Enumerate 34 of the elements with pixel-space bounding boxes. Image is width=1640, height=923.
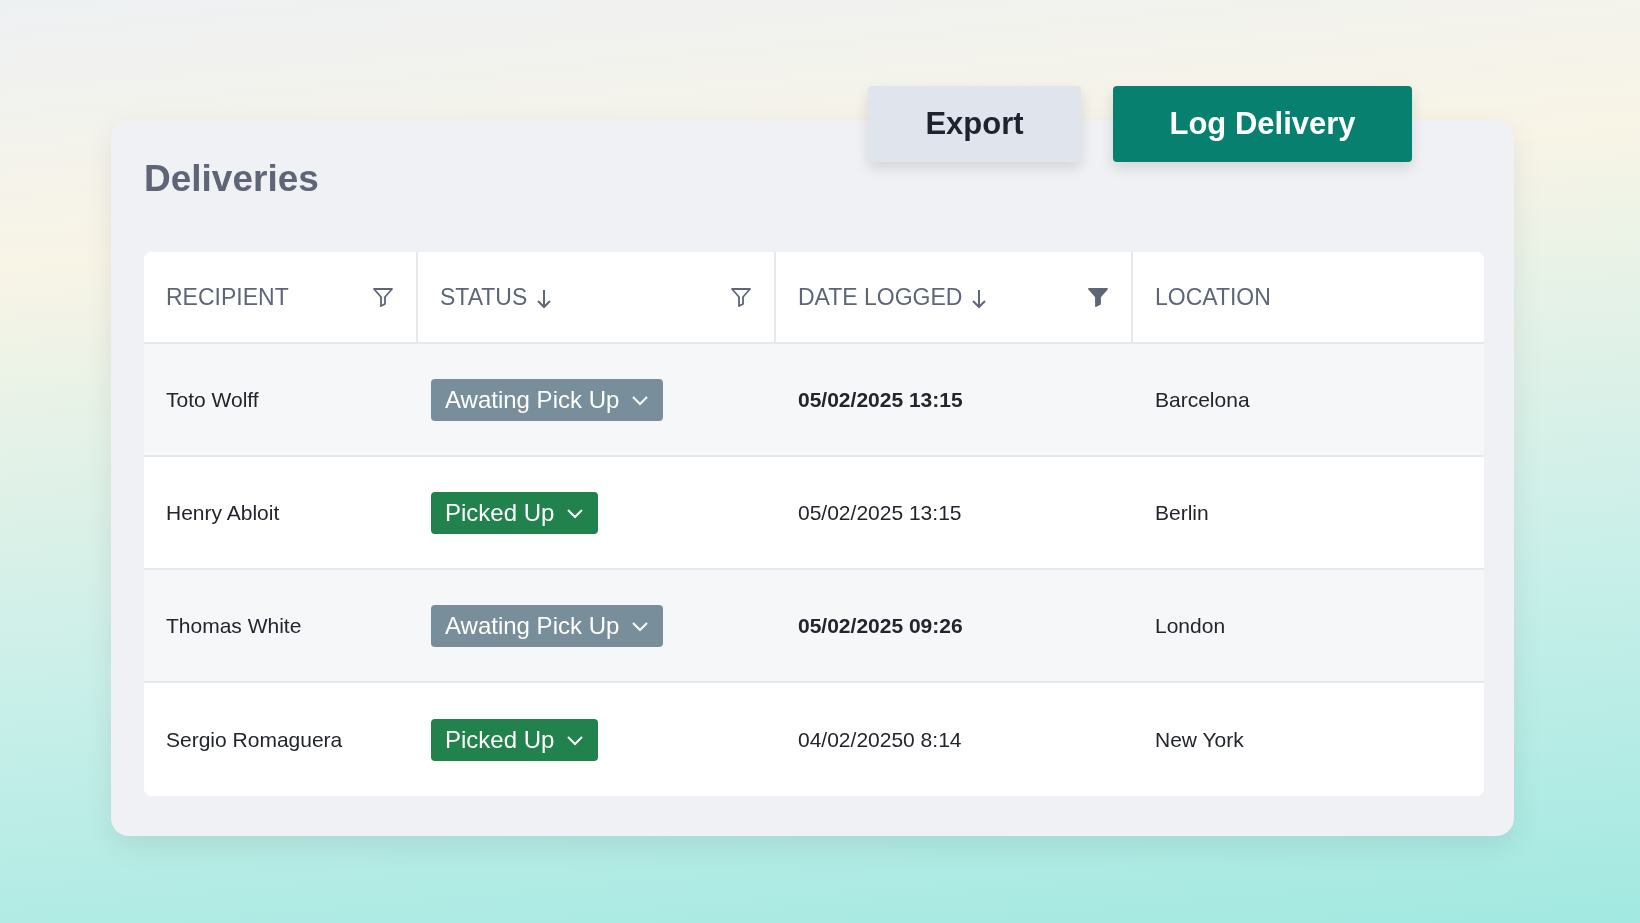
recipient-name: Thomas White (166, 612, 302, 639)
filter-icon[interactable] (730, 286, 752, 308)
sort-down-icon[interactable] (537, 289, 552, 309)
recipient-name: Sergio Romaguera (166, 726, 343, 753)
status-dropdown[interactable]: Awating Pick Up (431, 378, 664, 421)
recipient-name: Toto Wolff (166, 386, 259, 413)
column-label[interactable]: DATE LOGGED (798, 279, 963, 315)
recipient-name: Henry Abloit (166, 499, 280, 526)
column-label[interactable]: LOCATION (1155, 279, 1271, 315)
location-name: Berlin (1155, 499, 1209, 526)
date-logged: 05/02/2025 09:26 (798, 612, 963, 639)
status-dropdown[interactable]: Picked Up (431, 491, 599, 534)
status-dropdown[interactable]: Picked Up (431, 718, 599, 761)
page-title: Deliveries (144, 160, 319, 197)
location-name: Barcelona (1155, 386, 1250, 413)
sort-down-icon[interactable] (972, 289, 987, 309)
date-logged: 05/02/2025 13:15 (798, 499, 962, 526)
date-logged: 05/02/2025 13:15 (798, 386, 963, 413)
location-name: New York (1155, 726, 1244, 753)
chevron-down-icon (631, 619, 650, 632)
column-label[interactable]: RECIPIENT (166, 279, 289, 315)
filter-icon[interactable] (372, 286, 394, 308)
table-row[interactable]: Toto Wolff Awating Pick Up 05/02/2025 13:15 Barcelona (144, 344, 1484, 457)
column-label[interactable]: STATUS (440, 279, 528, 315)
export-button[interactable]: Export (868, 86, 1081, 162)
date-logged: 04/02/20250 8:14 (798, 726, 962, 753)
chevron-down-icon (566, 733, 585, 746)
location-name: London (1155, 612, 1226, 639)
chevron-down-icon (566, 506, 585, 519)
chevron-down-icon (631, 393, 650, 406)
status-dropdown[interactable]: Awating Pick Up (431, 604, 664, 647)
filter-icon[interactable] (1087, 286, 1109, 308)
table-row[interactable]: Thomas White Awating Pick Up 05/02/2025 09:26 London (144, 570, 1484, 683)
log-delivery-button[interactable]: Log Delivery (1113, 86, 1412, 162)
